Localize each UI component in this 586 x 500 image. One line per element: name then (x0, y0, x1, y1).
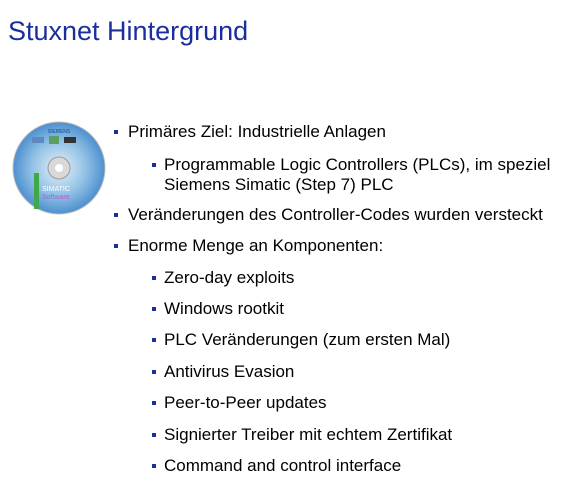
sub-bullet-item: Windows rootkit (164, 299, 284, 318)
bullet-item: Primäres Ziel: Industrielle Anlagen (128, 122, 386, 141)
bullet-marker (152, 370, 156, 374)
simatic-cd-image: SIEMENS SIMATIC Software (12, 121, 106, 215)
svg-text:Software: Software (42, 194, 70, 201)
sub-bullet-item: Peer-to-Peer updates (164, 393, 327, 412)
bullet-marker (152, 464, 156, 468)
sub-bullet-item: Zero-day exploits (164, 268, 295, 287)
bullet-marker (152, 338, 156, 342)
bullet-item: Enorme Menge an Komponenten: (128, 236, 384, 255)
slide-title: Stuxnet Hintergrund (8, 16, 249, 46)
bullet-marker (152, 401, 156, 405)
bullet-marker (114, 244, 118, 248)
bullet-marker (152, 163, 156, 167)
bullet-marker (114, 213, 118, 217)
sub-bullet-item: Signierter Treiber mit echtem Zertifikat (164, 425, 453, 444)
bullet-marker (114, 130, 118, 134)
bullet-marker (152, 433, 156, 437)
sub-bullet-item: Siemens Simatic (Step 7) PLC (164, 175, 394, 194)
sub-bullet-item: Programmable Logic Controllers (PLCs), i… (164, 155, 551, 174)
sub-bullet-item: Command and control interface (164, 456, 402, 475)
bullet-marker (152, 276, 156, 280)
svg-text:SIMATIC: SIMATIC (42, 186, 70, 193)
bullet-marker (152, 307, 156, 311)
bullet-item: Veränderungen des Controller-Codes wurde… (128, 205, 543, 224)
sub-bullet-item: Antivirus Evasion (164, 362, 295, 381)
sub-bullet-item: PLC Veränderungen (zum ersten Mal) (164, 330, 451, 349)
svg-text:SIEMENS: SIEMENS (48, 129, 71, 135)
